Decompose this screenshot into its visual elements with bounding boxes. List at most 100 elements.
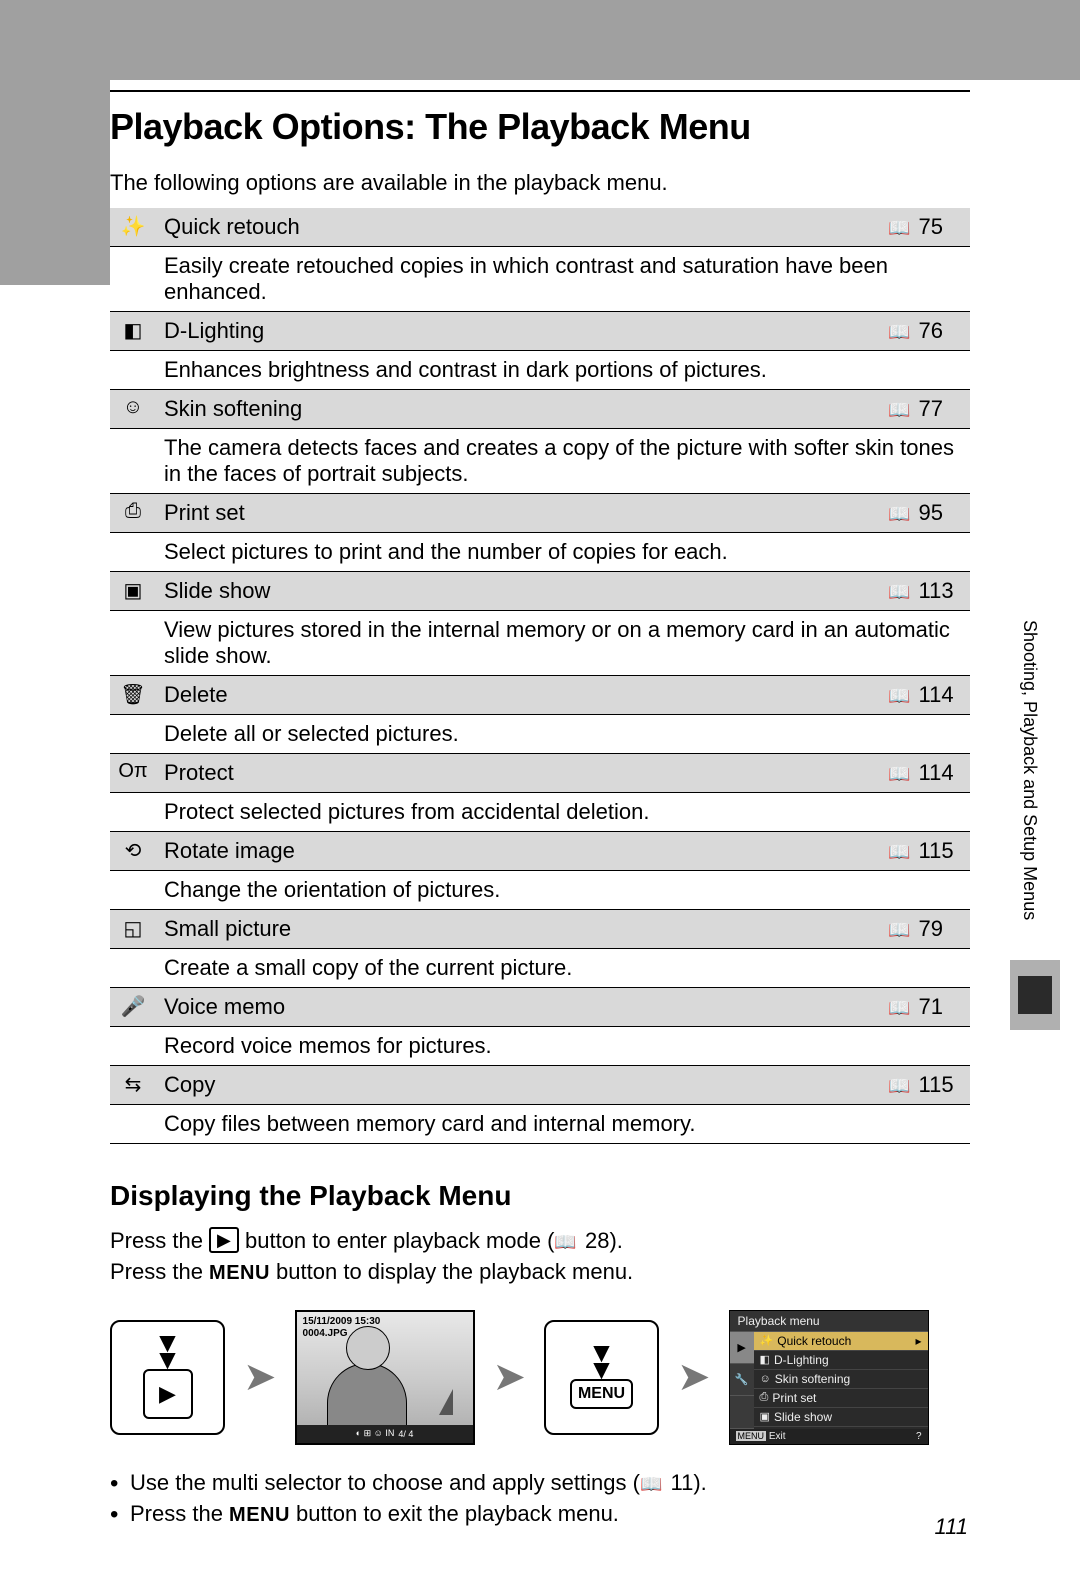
menu-item-icon: 🎤 xyxy=(110,988,156,1027)
menu-item-label: D-Lighting xyxy=(156,312,880,351)
lcd-menu-footer: MENU Exit ? xyxy=(730,1429,928,1444)
menu-item-desc-row: Select pictures to print and the number … xyxy=(110,533,970,572)
menu-item-icon: ◧ xyxy=(110,312,156,351)
menu-item-page-ref: 📖 95 xyxy=(880,494,970,533)
section-heading: Displaying the Playback Menu xyxy=(110,1180,970,1212)
menu-item-desc: The camera detects faces and creates a c… xyxy=(156,429,970,494)
menu-item-header: ⇆Copy📖 115 xyxy=(110,1066,970,1105)
lcd-bottom-bar: ◐ ⊞ ☺ IN4/ 4 xyxy=(297,1425,473,1443)
menu-item-desc-row: Protect selected pictures from accidenta… xyxy=(110,793,970,832)
menu-item-page-ref: 📖 115 xyxy=(880,1066,970,1105)
lcd-item-icon: ☺ xyxy=(760,1373,771,1385)
book-icon: 📖 xyxy=(888,322,910,342)
menu-item-label: Small picture xyxy=(156,910,880,949)
menu-item-desc: Easily create retouched copies in which … xyxy=(156,247,970,312)
tab-blank xyxy=(730,1396,754,1428)
menu-item-label: Print set xyxy=(156,494,880,533)
top-rule xyxy=(110,90,970,92)
lcd-menu-screen: Playback menu ▶ 🔧 ✨Quick retouch▸◧D-Ligh… xyxy=(729,1310,929,1445)
menu-item-header: ☺Skin softening📖 77 xyxy=(110,390,970,429)
play-button-icon: ▶ xyxy=(209,1227,239,1253)
playback-menu-table: ✨Quick retouch📖 75Easily create retouche… xyxy=(110,208,970,1144)
menu-item-page-ref: 📖 113 xyxy=(880,572,970,611)
menu-item-desc: Delete all or selected pictures. xyxy=(156,715,970,754)
side-thumb-tab-inner xyxy=(1018,976,1052,1014)
menu-item-icon: ☺ xyxy=(110,390,156,429)
lcd-menu-item: ☺ Skin softening xyxy=(754,1370,928,1389)
page-title: Playback Options: The Playback Menu xyxy=(110,106,970,148)
lcd-item-label: Skin softening xyxy=(775,1372,850,1386)
intro-text: The following options are available in t… xyxy=(110,170,970,196)
lcd-item-icon: ⎙ xyxy=(760,1391,769,1404)
book-icon: 📖 xyxy=(888,842,910,862)
menu-item-page-ref: 📖 115 xyxy=(880,832,970,871)
menu-item-page-ref: 📖 79 xyxy=(880,910,970,949)
play-button-graphic: ▶ xyxy=(143,1369,193,1419)
tab-playback-icon: ▶ xyxy=(730,1332,754,1364)
menu-item-desc: Create a small copy of the current pictu… xyxy=(156,949,970,988)
side-section-label: Shooting, Playback and Setup Menus xyxy=(1019,620,1040,920)
menu-item-desc-row: Record voice memos for pictures. xyxy=(110,1027,970,1066)
page-content: Playback Options: The Playback Menu The … xyxy=(0,0,1080,1570)
menu-item-page-ref: 📖 75 xyxy=(880,208,970,247)
menu-item-page-ref: 📖 76 xyxy=(880,312,970,351)
menu-word: MENU xyxy=(229,1504,290,1526)
step-1: Press the ▶ button to enter playback mod… xyxy=(110,1226,970,1257)
down-arrow-icon: ▼▼ xyxy=(588,1345,616,1379)
chevron-right-icon: ▸ xyxy=(916,1334,922,1348)
menu-item-header: 🎤Voice memo📖 71 xyxy=(110,988,970,1027)
lcd-date: 15/11/2009 15:30 xyxy=(303,1316,381,1327)
menu-item-desc: Record voice memos for pictures. xyxy=(156,1027,970,1066)
menu-button-graphic: MENU xyxy=(570,1379,633,1409)
menu-item-page-ref: 📖 114 xyxy=(880,754,970,793)
menu-item-header: ◧D-Lighting📖 76 xyxy=(110,312,970,351)
menu-item-icon: Oπ xyxy=(110,754,156,793)
book-icon: 📖 xyxy=(888,998,910,1018)
lcd-item-label: Print set xyxy=(772,1391,816,1405)
book-icon: 📖 xyxy=(554,1232,576,1252)
menu-item-header: ⎙Print set📖 95 xyxy=(110,494,970,533)
menu-item-label: Copy xyxy=(156,1066,880,1105)
page-number: 111 xyxy=(935,1514,968,1540)
scene-sailboat xyxy=(439,1389,453,1415)
lcd-menu-tabs: ▶ 🔧 xyxy=(730,1332,754,1429)
menu-item-label: Protect xyxy=(156,754,880,793)
menu-item-page-ref: 📖 114 xyxy=(880,676,970,715)
operation-flow: ▼▼ ▶ ➤ 15/11/2009 15:30 0004.JPG ◐ ⊞ ☺ I… xyxy=(110,1310,970,1445)
lcd-item-label: Slide show xyxy=(774,1410,832,1424)
tab-setup-icon: 🔧 xyxy=(730,1364,754,1396)
menu-item-desc-row: Create a small copy of the current pictu… xyxy=(110,949,970,988)
book-icon: 📖 xyxy=(640,1474,662,1494)
arrow-right-icon: ➤ xyxy=(677,1354,711,1400)
book-icon: 📖 xyxy=(888,920,910,940)
book-icon: 📖 xyxy=(888,400,910,420)
menu-item-header: ⟲Rotate image📖 115 xyxy=(110,832,970,871)
menu-item-icon: ◱ xyxy=(110,910,156,949)
press-menu-illustration: ▼▼ MENU xyxy=(544,1320,659,1435)
bullet-1: Use the multi selector to choose and app… xyxy=(110,1467,970,1499)
menu-item-desc-row: The camera detects faces and creates a c… xyxy=(110,429,970,494)
menu-item-label: Skin softening xyxy=(156,390,880,429)
lcd-menu-item: ✨Quick retouch▸ xyxy=(754,1332,928,1351)
menu-item-desc-row: Enhances brightness and contrast in dark… xyxy=(110,351,970,390)
menu-item-label: Quick retouch xyxy=(156,208,880,247)
book-icon: 📖 xyxy=(888,764,910,784)
book-icon: 📖 xyxy=(888,1076,910,1096)
lcd-menu-items: ✨Quick retouch▸◧D-Lighting☺Skin softenin… xyxy=(754,1332,928,1429)
lcd-playback-screen: 15/11/2009 15:30 0004.JPG ◐ ⊞ ☺ IN4/ 4 xyxy=(295,1310,475,1445)
down-arrow-icon: ▼▼ xyxy=(154,1335,182,1369)
menu-word: MENU xyxy=(209,1262,270,1284)
step-2: Press the MENU button to display the pla… xyxy=(110,1257,970,1288)
bullet-2: Press the MENU button to exit the playba… xyxy=(110,1498,970,1530)
menu-item-desc: Change the orientation of pictures. xyxy=(156,871,970,910)
press-play-illustration: ▼▼ ▶ xyxy=(110,1320,225,1435)
menu-item-desc: Select pictures to print and the number … xyxy=(156,533,970,572)
menu-item-page-ref: 📖 71 xyxy=(880,988,970,1027)
menu-item-desc-row: Delete all or selected pictures. xyxy=(110,715,970,754)
instruction-bullets: Use the multi selector to choose and app… xyxy=(110,1467,970,1531)
book-icon: 📖 xyxy=(888,686,910,706)
menu-item-desc: Copy files between memory card and inter… xyxy=(156,1105,970,1144)
arrow-right-icon: ➤ xyxy=(243,1354,277,1400)
lcd-filename: 0004.JPG xyxy=(303,1328,348,1339)
menu-item-icon: ✨ xyxy=(110,208,156,247)
